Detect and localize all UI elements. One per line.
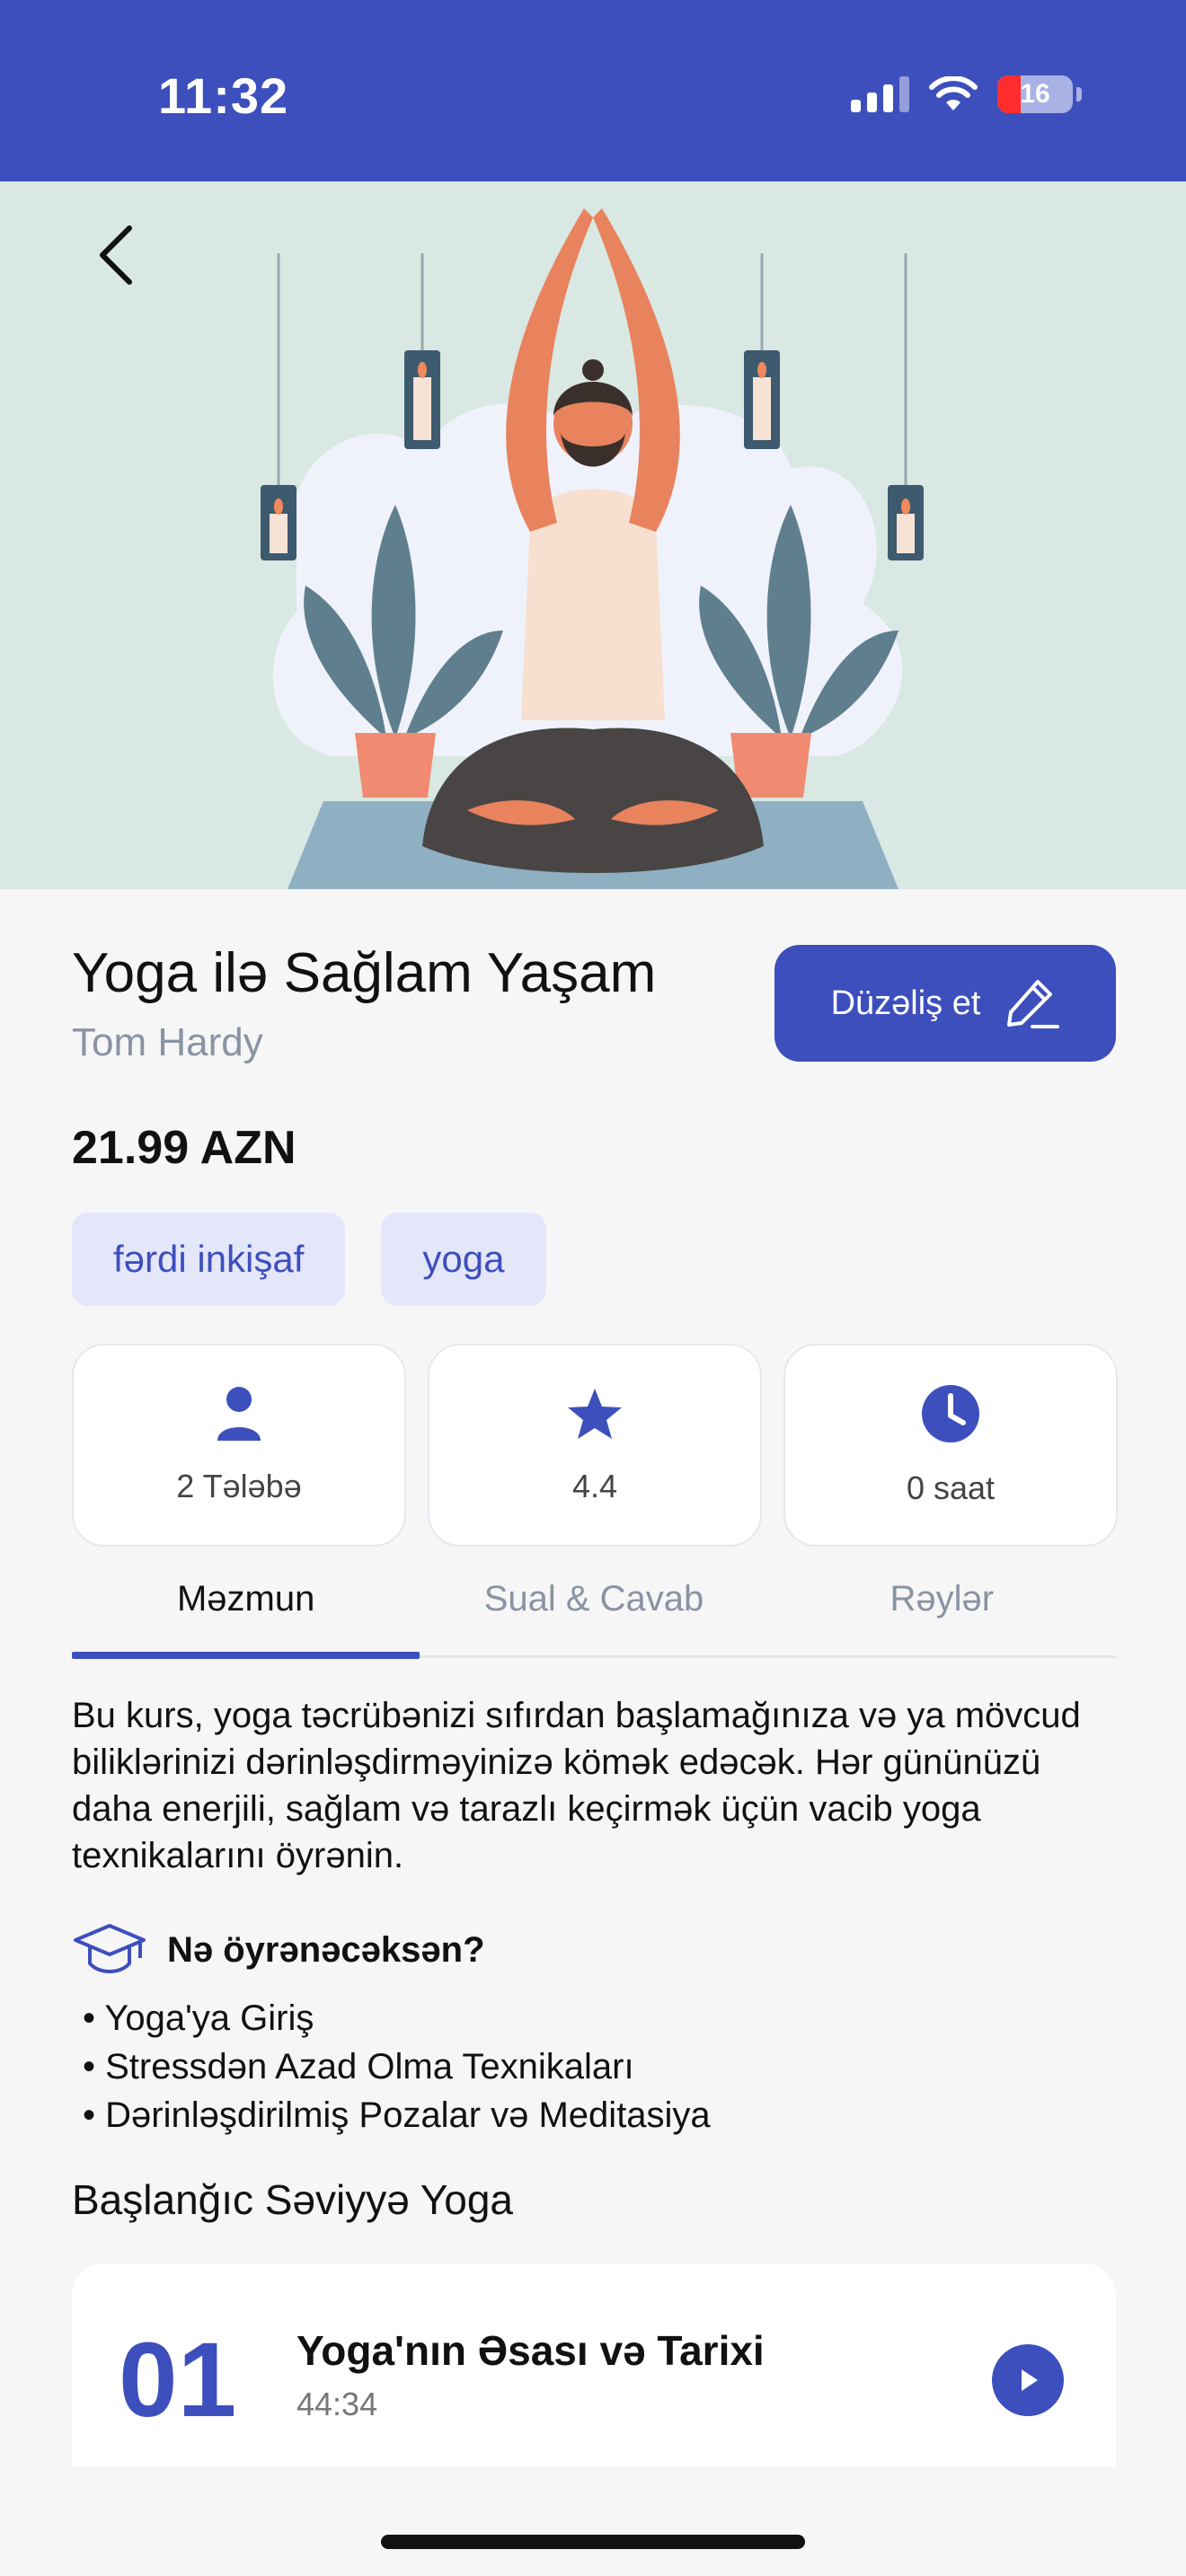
- status-bar: 11:32 16: [0, 0, 1186, 181]
- play-button[interactable]: [992, 2344, 1064, 2416]
- learn-item: Stressdən Azad Olma Texnikaları: [83, 2042, 711, 2091]
- stat-rating-value: 4.4: [571, 1468, 618, 1504]
- tab-reviews[interactable]: Rəylər: [768, 1574, 1116, 1655]
- lesson-number: 01: [119, 2321, 237, 2439]
- course-price: 21.99 AZN: [72, 1122, 296, 1174]
- learn-item: Dərinləşdirilmiş Pozalar və Meditasiya: [83, 2091, 711, 2139]
- tag-chip[interactable]: fərdi inkişaf: [72, 1213, 346, 1306]
- battery-icon: 16: [997, 75, 1073, 113]
- back-button[interactable]: [83, 212, 155, 293]
- edit-button-label: Düzəliş et: [830, 984, 981, 1022]
- learn-header: Nə öyrənəcəksən?: [72, 1922, 485, 1978]
- section-title: Başlanğıc Səviyyə Yoga: [72, 2176, 514, 2223]
- learn-title: Nə öyrənəcəksən?: [167, 1929, 485, 1970]
- stat-duration: 0 saat: [783, 1344, 1118, 1547]
- status-time: 11:32: [158, 67, 289, 124]
- yoga-illustration: [261, 208, 924, 889]
- lesson-card[interactable]: 01 Yoga'nın Əsası və Tarixi 44:34: [72, 2263, 1116, 2466]
- learn-item: Yoga'ya Giriş: [83, 1994, 711, 2042]
- chevron-left-icon: [100, 225, 132, 285]
- play-icon: [1022, 2369, 1038, 2391]
- course-description: Bu kurs, yoga təcrübənizi sıfırdan başla…: [72, 1696, 1081, 1875]
- course-hero-illustration: [0, 181, 1186, 889]
- lesson-title: Yoga'nın Əsası və Tarixi: [296, 2327, 765, 2374]
- tab-qa[interactable]: Sual & Cavab: [420, 1574, 767, 1655]
- course-stats: 2 Tələbə 4.4 0 saat: [72, 1344, 1118, 1547]
- lesson-duration: 44:34: [296, 2386, 378, 2422]
- status-icons: 16: [851, 75, 1082, 113]
- stat-students: 2 Tələbə: [72, 1344, 406, 1547]
- stat-duration-value: 0 saat: [906, 1469, 996, 1506]
- pencil-icon: [1007, 980, 1060, 1028]
- edit-course-button[interactable]: Düzəliş et: [774, 945, 1116, 1062]
- battery-level: 16: [1020, 79, 1050, 109]
- star-icon: [568, 1389, 622, 1439]
- person-icon: [217, 1387, 261, 1441]
- wifi-icon: [929, 76, 978, 110]
- course-tabs: Məzmun Sual & Cavab Rəylər: [72, 1574, 1116, 1659]
- learn-list: Yoga'ya Giriş Stressdən Azad Olma Texnik…: [83, 1994, 711, 2139]
- course-title: Yoga ilə Sağlam Yaşam: [72, 942, 657, 1004]
- cellular-signal-icon: [851, 76, 909, 112]
- clock-icon: [922, 1385, 979, 1442]
- instructor-name: Tom Hardy: [72, 1020, 263, 1064]
- graduation-cap-icon: [74, 1924, 146, 1973]
- stat-students-value: 2 Tələbə: [176, 1468, 302, 1504]
- tag-chip[interactable]: yoga: [381, 1213, 546, 1306]
- stat-rating: 4.4: [428, 1344, 762, 1547]
- course-tags: fərdi inkişaf yoga: [72, 1213, 546, 1306]
- home-indicator[interactable]: [381, 2535, 805, 2549]
- tab-content[interactable]: Məzmun: [72, 1574, 420, 1659]
